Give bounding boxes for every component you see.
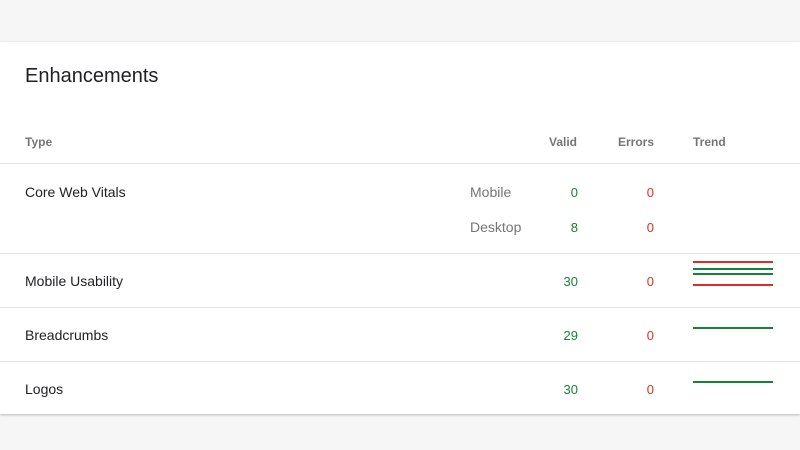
error-count: 0 [646,382,654,397]
valid-count: 30 [563,382,578,397]
table-row-mobile-usability[interactable]: Mobile Usability 30 0 [0,254,800,308]
table-row-breadcrumbs[interactable]: Breadcrumbs 29 0 [0,308,800,362]
row-label: Logos [25,381,64,397]
error-count: 0 [646,274,654,289]
valid-count: 29 [563,328,578,343]
table-row-core-web-vitals[interactable]: Core Web Vitals Mobile 0 0 Desktop 8 0 [0,164,800,270]
device-label-mobile: Mobile [470,184,512,200]
row-label: Breadcrumbs [25,327,109,343]
error-count: 0 [646,185,654,200]
trend-sparkline [693,273,773,286]
trend-sparkline [693,327,773,339]
table-header: Type Valid Errors Trend [0,128,800,164]
card-title: Enhancements [25,65,159,87]
enhancements-card: Enhancements Type Valid Errors Trend Cor… [0,42,800,414]
trend-line-valid [693,327,773,329]
column-header-type[interactable]: Type [25,135,52,149]
column-header-errors[interactable]: Errors [618,135,654,149]
column-header-trend: Trend [693,135,726,149]
device-label-desktop: Desktop [470,219,522,235]
trend-line-valid [693,273,773,275]
valid-count: 8 [570,220,578,235]
valid-count: 30 [563,274,578,289]
error-count: 0 [646,220,654,235]
error-count: 0 [646,328,654,343]
trend-line-valid [693,381,773,383]
column-header-valid[interactable]: Valid [549,135,577,149]
valid-count: 0 [570,185,578,200]
trend-sparkline [693,381,773,393]
row-label: Mobile Usability [25,273,124,289]
row-label: Core Web Vitals [25,184,126,200]
trend-line-errors [693,284,773,286]
table-row-logos[interactable]: Logos 30 0 [0,362,800,414]
